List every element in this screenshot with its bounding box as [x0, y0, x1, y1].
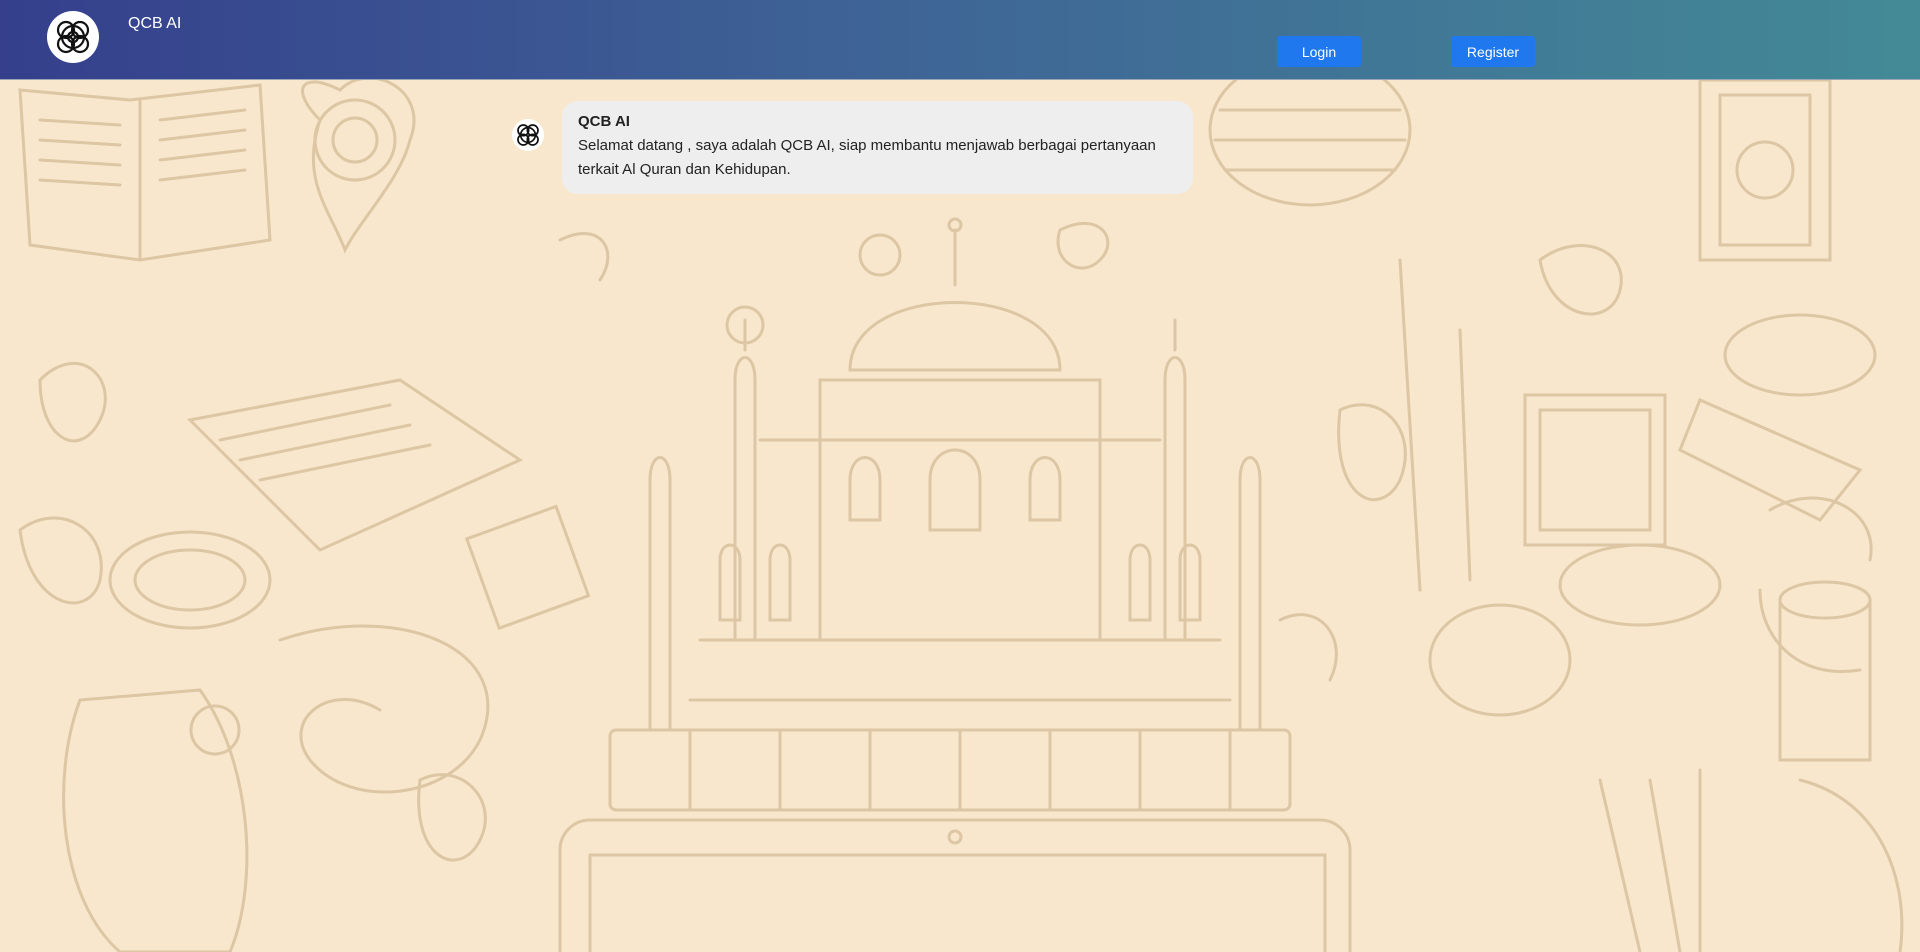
login-button[interactable]: Login — [1277, 36, 1361, 67]
sketch-background-illustration — [18, 80, 1904, 952]
register-button[interactable]: Register — [1451, 36, 1535, 67]
app-title: QCB AI — [128, 15, 182, 32]
message-text: Selamat datang , saya adalah QCB AI, sia… — [578, 137, 1156, 178]
bot-message-bubble: QCB AI Selamat datang , saya adalah QCB … — [562, 101, 1193, 194]
knot-logo-icon — [517, 124, 539, 146]
top-navbar: QCB AI Login Register — [0, 0, 1920, 80]
chat-area-background — [0, 80, 1920, 952]
message-sender-name: QCB AI — [578, 113, 630, 130]
bot-avatar — [512, 119, 544, 151]
app-logo[interactable] — [47, 11, 99, 63]
knot-logo-icon — [56, 20, 90, 54]
